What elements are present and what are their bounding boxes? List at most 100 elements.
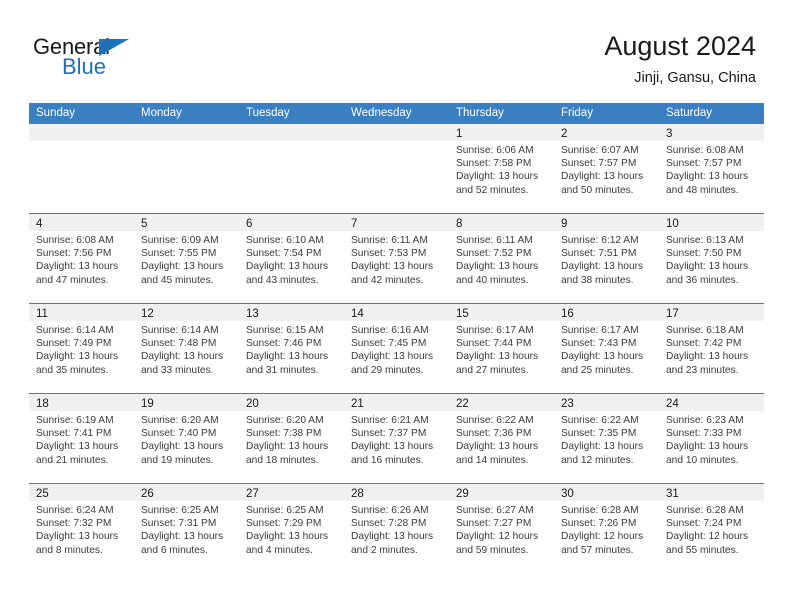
day-cell[interactable] xyxy=(344,124,449,213)
sunset-text: Sunset: 7:49 PM xyxy=(36,338,112,350)
sunset-text: Sunset: 7:43 PM xyxy=(561,338,637,350)
day-cell[interactable]: 16 Sunrise: 6:17 AM Sunset: 7:43 PM Dayligh… xyxy=(554,304,659,393)
sunrise-text: Sunrise: 6:17 AM xyxy=(561,325,639,336)
sunset-text: Sunset: 7:36 PM xyxy=(456,428,532,440)
sunset-text: Sunset: 7:50 PM xyxy=(666,248,742,260)
day-cell[interactable]: 4 Sunrise: 6:08 AM Sunset: 7:56 PM Daylight… xyxy=(29,214,134,303)
daylight-text-line2: and 21 minutes. xyxy=(36,454,109,466)
day-cell[interactable]: 27 Sunrise: 6:25 AM Sunset: 7:29 PM Dayligh… xyxy=(239,484,344,573)
day-cell[interactable]: 3 Sunrise: 6:08 AM Sunset: 7:57 PM Daylight… xyxy=(659,124,764,213)
weekday-header-sunday: Sunday xyxy=(36,107,76,119)
day-cell[interactable]: 12 Sunrise: 6:14 AM Sunset: 7:48 PM Dayligh… xyxy=(134,304,239,393)
daylight-text-line1: Daylight: 13 hours xyxy=(351,531,434,543)
daylight-text-line2: and 4 minutes. xyxy=(246,544,313,556)
daylight-text-line2: and 55 minutes. xyxy=(666,544,739,556)
sunrise-text: Sunrise: 6:20 AM xyxy=(141,415,219,426)
daylight-text-line1: Daylight: 13 hours xyxy=(246,531,329,543)
day-cell[interactable]: 31 Sunrise: 6:28 AM Sunset: 7:24 PM Dayligh… xyxy=(659,484,764,573)
masthead: General Blue August 2024 Jinji, Gansu, C… xyxy=(0,0,792,100)
sunrise-text: Sunrise: 6:13 AM xyxy=(666,235,744,246)
day-cell[interactable]: 21 Sunrise: 6:21 AM Sunset: 7:37 PM Dayligh… xyxy=(344,394,449,483)
day-cell[interactable]: 6 Sunrise: 6:10 AM Sunset: 7:54 PM Daylight… xyxy=(239,214,344,303)
sunrise-text: Sunrise: 6:17 AM xyxy=(456,325,534,336)
logo-text-blue: Blue xyxy=(62,54,107,79)
sunrise-text: Sunrise: 6:08 AM xyxy=(666,145,744,156)
day-cell[interactable] xyxy=(29,124,134,213)
day-cell[interactable]: 10 Sunrise: 6:13 AM Sunset: 7:50 PM Dayligh… xyxy=(659,214,764,303)
daylight-text-line2: and 31 minutes. xyxy=(246,364,319,376)
week-row: 18 Sunrise: 6:19 AM Sunset: 7:41 PM Dayligh… xyxy=(29,393,764,483)
day-cell[interactable]: 7 Sunrise: 6:11 AM Sunset: 7:53 PM Daylight… xyxy=(344,214,449,303)
sunset-text: Sunset: 7:31 PM xyxy=(141,518,217,530)
day-cell[interactable]: 1 Sunrise: 6:06 AM Sunset: 7:58 PM Daylight… xyxy=(449,124,554,213)
day-number: 10 xyxy=(666,218,679,230)
daylight-text-line2: and 43 minutes. xyxy=(246,274,319,286)
day-number: 8 xyxy=(456,218,463,230)
daylight-text-line1: Daylight: 13 hours xyxy=(36,441,119,453)
day-cell[interactable]: 25 Sunrise: 6:24 AM Sunset: 7:32 PM Dayligh… xyxy=(29,484,134,573)
day-number: 1 xyxy=(456,128,463,140)
day-cell[interactable]: 30 Sunrise: 6:28 AM Sunset: 7:26 PM Dayligh… xyxy=(554,484,659,573)
sunset-text: Sunset: 7:32 PM xyxy=(36,518,112,530)
day-cell[interactable]: 22 Sunrise: 6:22 AM Sunset: 7:36 PM Dayligh… xyxy=(449,394,554,483)
daylight-text-line1: Daylight: 13 hours xyxy=(351,441,434,453)
day-cell[interactable]: 11 Sunrise: 6:14 AM Sunset: 7:49 PM Dayligh… xyxy=(29,304,134,393)
daylight-text-line2: and 48 minutes. xyxy=(666,184,739,196)
day-cell[interactable]: 13 Sunrise: 6:15 AM Sunset: 7:46 PM Dayligh… xyxy=(239,304,344,393)
day-cell[interactable]: 29 Sunrise: 6:27 AM Sunset: 7:27 PM Dayligh… xyxy=(449,484,554,573)
day-cell[interactable]: 20 Sunrise: 6:20 AM Sunset: 7:38 PM Dayligh… xyxy=(239,394,344,483)
daylight-text-line2: and 23 minutes. xyxy=(666,364,739,376)
sunset-text: Sunset: 7:35 PM xyxy=(561,428,637,440)
daylight-text-line1: Daylight: 13 hours xyxy=(561,261,644,273)
daylight-text-line1: Daylight: 13 hours xyxy=(141,531,224,543)
sunset-text: Sunset: 7:53 PM xyxy=(351,248,427,260)
sunrise-text: Sunrise: 6:06 AM xyxy=(456,145,534,156)
day-number: 22 xyxy=(456,398,469,410)
sunset-text: Sunset: 7:44 PM xyxy=(456,338,532,350)
day-number: 27 xyxy=(246,488,259,500)
day-cell[interactable] xyxy=(134,124,239,213)
daylight-text-line1: Daylight: 13 hours xyxy=(351,261,434,273)
daylight-text-line2: and 38 minutes. xyxy=(561,274,634,286)
day-cell[interactable]: 8 Sunrise: 6:11 AM Sunset: 7:52 PM Daylight… xyxy=(449,214,554,303)
day-cell[interactable]: 15 Sunrise: 6:17 AM Sunset: 7:44 PM Dayligh… xyxy=(449,304,554,393)
day-cell[interactable] xyxy=(239,124,344,213)
day-cell[interactable]: 19 Sunrise: 6:20 AM Sunset: 7:40 PM Dayligh… xyxy=(134,394,239,483)
sunrise-text: Sunrise: 6:22 AM xyxy=(456,415,534,426)
day-cell[interactable]: 9 Sunrise: 6:12 AM Sunset: 7:51 PM Daylight… xyxy=(554,214,659,303)
daylight-text-line2: and 6 minutes. xyxy=(141,544,208,556)
daylight-text-line2: and 14 minutes. xyxy=(456,454,529,466)
daylight-text-line2: and 42 minutes. xyxy=(351,274,424,286)
sunset-text: Sunset: 7:41 PM xyxy=(36,428,112,440)
daylight-text-line2: and 27 minutes. xyxy=(456,364,529,376)
sunrise-text: Sunrise: 6:26 AM xyxy=(351,505,429,516)
day-cell[interactable]: 2 Sunrise: 6:07 AM Sunset: 7:57 PM Daylight… xyxy=(554,124,659,213)
page-title: August 2024 xyxy=(604,31,756,61)
daylight-text-line1: Daylight: 13 hours xyxy=(141,441,224,453)
sunrise-text: Sunrise: 6:23 AM xyxy=(666,415,744,426)
day-cell[interactable]: 24 Sunrise: 6:23 AM Sunset: 7:33 PM Dayligh… xyxy=(659,394,764,483)
day-cell[interactable]: 23 Sunrise: 6:22 AM Sunset: 7:35 PM Dayligh… xyxy=(554,394,659,483)
title-block: August 2024 Jinji, Gansu, China xyxy=(604,30,756,87)
sunrise-text: Sunrise: 6:10 AM xyxy=(246,235,324,246)
day-number: 14 xyxy=(351,308,364,320)
sunrise-text: Sunrise: 6:28 AM xyxy=(666,505,744,516)
day-cell[interactable]: 18 Sunrise: 6:19 AM Sunset: 7:41 PM Dayligh… xyxy=(29,394,134,483)
daylight-text-line1: Daylight: 13 hours xyxy=(246,441,329,453)
day-number: 31 xyxy=(666,488,679,500)
day-cell[interactable]: 26 Sunrise: 6:25 AM Sunset: 7:31 PM Dayligh… xyxy=(134,484,239,573)
day-cell[interactable]: 28 Sunrise: 6:26 AM Sunset: 7:28 PM Dayligh… xyxy=(344,484,449,573)
day-cell[interactable]: 14 Sunrise: 6:16 AM Sunset: 7:45 PM Dayligh… xyxy=(344,304,449,393)
day-cell[interactable]: 5 Sunrise: 6:09 AM Sunset: 7:55 PM Daylight… xyxy=(134,214,239,303)
daylight-text-line1: Daylight: 13 hours xyxy=(666,351,749,363)
day-number: 5 xyxy=(141,218,148,230)
day-number: 26 xyxy=(141,488,154,500)
sunset-text: Sunset: 7:29 PM xyxy=(246,518,322,530)
calendar-page: General Blue August 2024 Jinji, Gansu, C… xyxy=(0,0,792,612)
general-blue-logo[interactable]: General Blue xyxy=(33,36,153,86)
daylight-text-line2: and 40 minutes. xyxy=(456,274,529,286)
day-cell[interactable]: 17 Sunrise: 6:18 AM Sunset: 7:42 PM Dayligh… xyxy=(659,304,764,393)
daylight-text-line1: Daylight: 13 hours xyxy=(246,351,329,363)
day-number: 11 xyxy=(36,308,48,320)
daylight-text-line2: and 18 minutes. xyxy=(246,454,319,466)
